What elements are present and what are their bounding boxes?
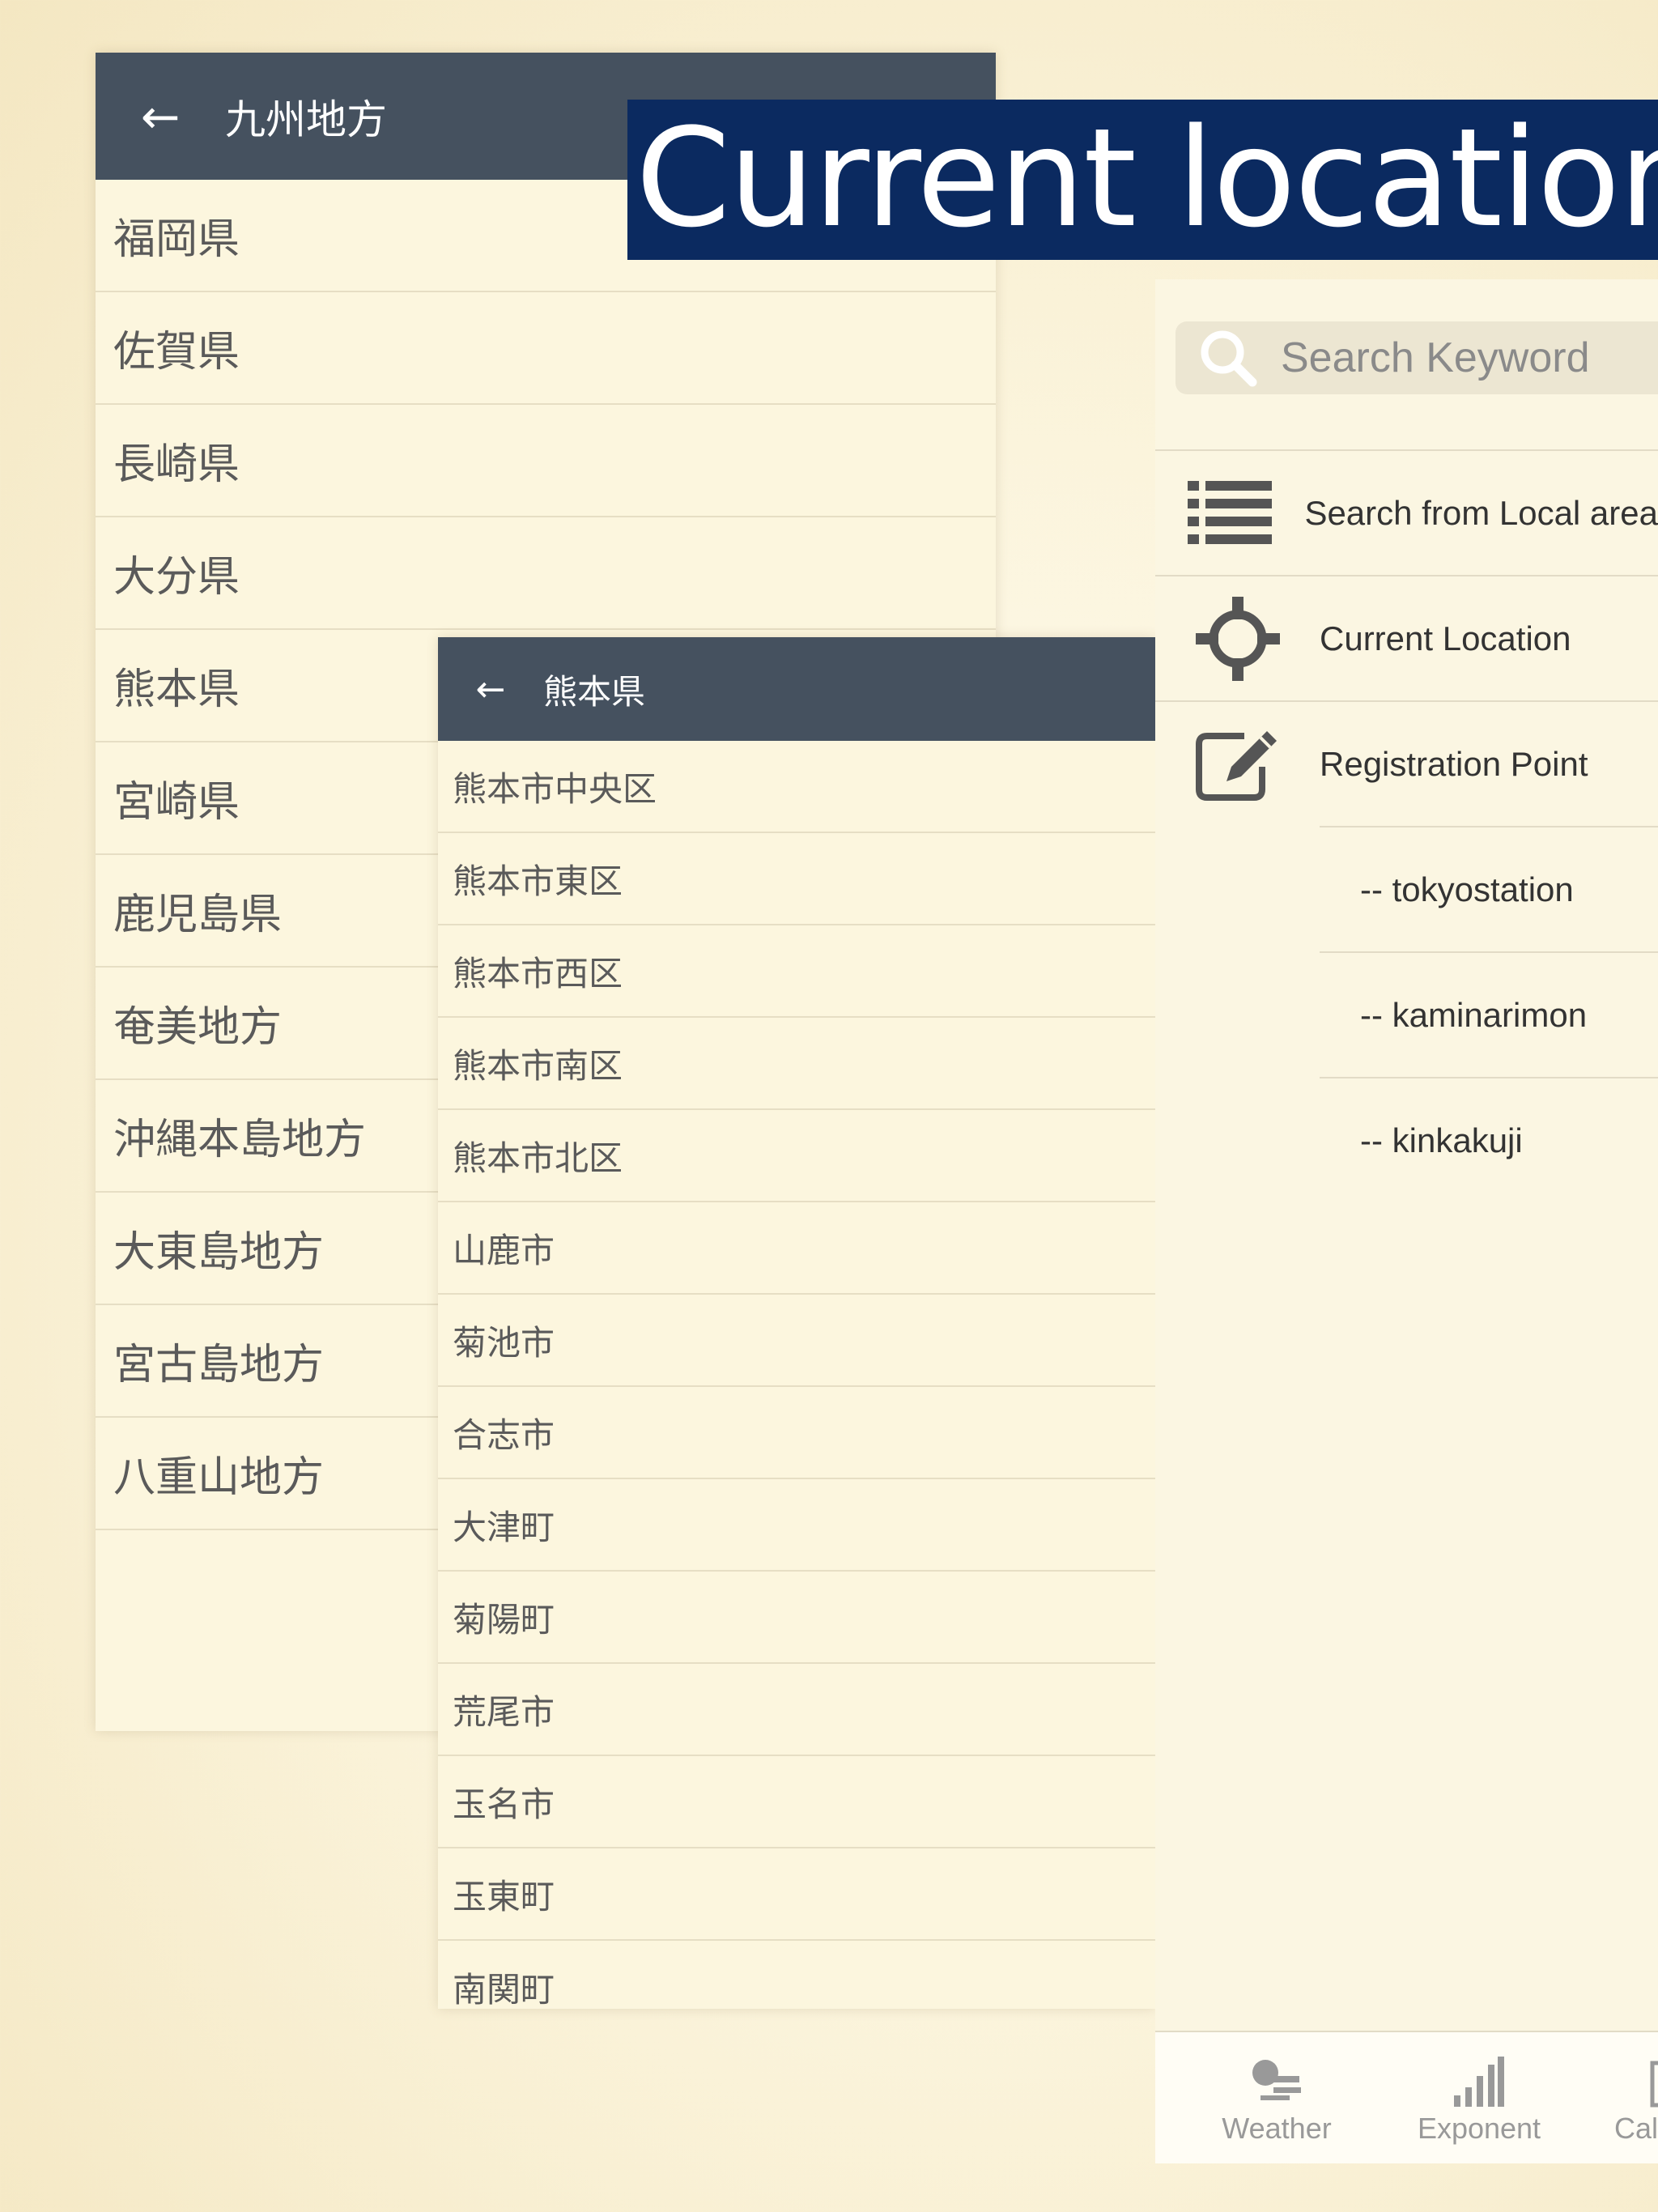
menu-item-label: Registration Point (1320, 744, 1588, 783)
back-arrow-icon[interactable]: ← (438, 669, 543, 710)
list-item[interactable]: 大津町 (438, 1479, 1155, 1572)
region-title: 九州地方 (225, 96, 387, 143)
banner-text: Current location & (636, 100, 1658, 257)
crosshair-icon (1155, 596, 1320, 681)
current-location-item[interactable]: Current Location (1155, 575, 1658, 700)
tab-weather[interactable]: Weather (1180, 2032, 1374, 2163)
title-banner: Current location & (627, 100, 1658, 260)
calendar-icon (1576, 2055, 1658, 2108)
list-item[interactable]: 熊本市南区 (438, 1018, 1155, 1110)
prefecture-header: ← 熊本県 (438, 637, 1155, 741)
list-item[interactable]: 菊陽町 (438, 1572, 1155, 1664)
list-item[interactable]: 大分県 (96, 517, 996, 630)
menu-item-label: Current Location (1320, 619, 1571, 657)
search-input[interactable] (1281, 334, 1658, 382)
list-item[interactable]: 玉名市 (438, 1756, 1155, 1848)
list-item[interactable]: 熊本市北区 (438, 1110, 1155, 1202)
registration-point-item[interactable]: Registration Point (1155, 700, 1658, 826)
list-item[interactable]: 合志市 (438, 1387, 1155, 1479)
search-from-local-area-item[interactable]: Search from Local area (1155, 449, 1658, 575)
list-item[interactable]: 荒尾市 (438, 1664, 1155, 1756)
tab-exponent[interactable]: Exponent (1382, 2032, 1576, 2163)
list-item[interactable]: 山鹿市 (438, 1202, 1155, 1295)
edit-icon (1155, 728, 1320, 801)
search-icon (1175, 327, 1281, 389)
search-bar[interactable] (1175, 321, 1658, 394)
tab-label: Calendar (1613, 2112, 1658, 2145)
tab-calendar[interactable]: Calendar (1576, 2032, 1658, 2163)
weather-icon (1180, 2055, 1374, 2104)
city-list: 熊本市中央区 熊本市東区 熊本市西区 熊本市南区 熊本市北区 山鹿市 菊池市 合… (438, 741, 1155, 2033)
list-item[interactable]: 菊池市 (438, 1295, 1155, 1387)
registered-point-item[interactable]: -- kinkakuji (1320, 1077, 1658, 1202)
list-item[interactable]: 熊本市東区 (438, 833, 1155, 925)
tab-label: Exponent (1417, 2112, 1541, 2145)
menu-item-label: Search from Local area (1304, 493, 1658, 532)
bottom-tab-bar: Weather Exponent Calendar (1155, 2031, 1658, 2163)
registered-point-item[interactable]: -- tokyostation (1320, 826, 1658, 951)
search-menu-panel: Search from Local area Current Location … (1155, 279, 1658, 2162)
list-item[interactable]: 熊本市中央区 (438, 741, 1155, 833)
prefecture-title: 熊本県 (543, 671, 646, 712)
list-icon (1155, 479, 1304, 547)
list-item[interactable]: 南関町 (438, 1941, 1155, 2033)
list-item[interactable]: 佐賀県 (96, 292, 996, 405)
signal-bars-icon (1382, 2055, 1576, 2108)
registered-point-item[interactable]: -- kaminarimon (1320, 951, 1658, 1077)
city-list-panel: ← 熊本県 熊本市中央区 熊本市東区 熊本市西区 熊本市南区 熊本市北区 山鹿市… (438, 637, 1155, 2010)
tab-label: Weather (1222, 2112, 1332, 2145)
list-item[interactable]: 熊本市西区 (438, 925, 1155, 1018)
list-item[interactable]: 玉東町 (438, 1848, 1155, 1941)
list-item[interactable]: 長崎県 (96, 405, 996, 517)
back-arrow-icon[interactable]: ← (96, 89, 225, 144)
